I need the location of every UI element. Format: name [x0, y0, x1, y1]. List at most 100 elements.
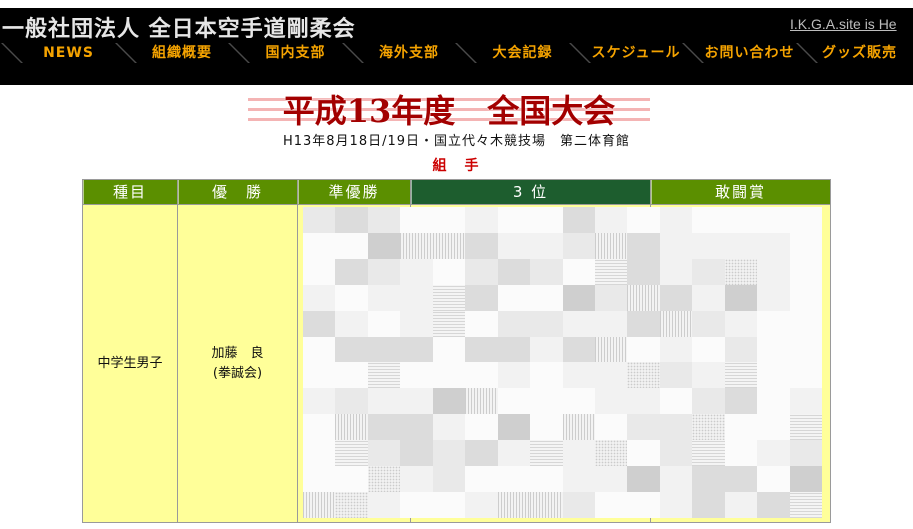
mosaic-tile	[724, 388, 758, 415]
mosaic-tile	[465, 388, 498, 415]
mosaic-tile	[335, 232, 368, 259]
mosaic-tile	[530, 362, 563, 389]
mosaic-tile	[562, 336, 595, 363]
site-header: 一般社団法人 全日本空手道剛柔会 I.K.G.A.site is He NEWS…	[0, 8, 913, 85]
mosaic-tile	[659, 284, 693, 311]
mosaic-tile	[432, 388, 466, 415]
mosaic-tile	[692, 362, 725, 389]
mosaic-tile	[757, 336, 790, 363]
mosaic-tile	[789, 388, 822, 415]
mosaic-tile	[627, 362, 660, 389]
mosaic-tile	[530, 440, 563, 467]
mosaic-tile	[497, 414, 531, 441]
mosaic-tile	[335, 310, 368, 337]
mosaic-tile	[497, 258, 531, 285]
mosaic-tile	[789, 310, 822, 337]
mosaic-tile	[757, 284, 790, 311]
site-link-english[interactable]: I.K.G.A.site is He	[790, 16, 913, 33]
mosaic-tile	[465, 440, 498, 467]
mosaic-tile	[303, 310, 336, 337]
nav-news[interactable]: NEWS	[12, 43, 125, 63]
mosaic-tile	[724, 207, 758, 233]
mosaic-tile	[659, 336, 693, 363]
mosaic-tile	[692, 466, 725, 493]
nav-domestic-branches[interactable]: 国内支部	[239, 43, 352, 63]
mosaic-tile	[367, 440, 401, 467]
mosaic-tile	[530, 284, 563, 311]
mosaic-tile	[367, 414, 401, 441]
mosaic-tile	[789, 362, 822, 389]
mosaic-tile	[659, 310, 693, 337]
nav-schedule[interactable]: スケジュール	[580, 43, 693, 63]
nav-tournament-records[interactable]: 大会記録	[466, 43, 579, 63]
mosaic-tile	[465, 336, 498, 363]
mosaic-tile	[659, 440, 693, 467]
mosaic-tile	[400, 284, 433, 311]
mosaic-tile	[562, 232, 595, 259]
page-title: 平成13年度 全国大会	[282, 92, 616, 130]
nav-goods-shop[interactable]: グッズ販売	[807, 43, 913, 63]
mosaic-tile	[465, 284, 498, 311]
mosaic-tile	[530, 388, 563, 415]
mosaic-tile	[692, 284, 725, 311]
winner-name: 加藤 良	[211, 345, 264, 361]
page-title-block: 平成13年度 全国大会	[248, 94, 650, 128]
mosaic-tile	[400, 232, 433, 259]
mosaic-tile	[303, 388, 336, 415]
mosaic-tile	[562, 492, 595, 518]
mosaic-tile	[757, 466, 790, 493]
mosaic-tile	[465, 362, 498, 389]
mosaic-tile	[789, 440, 822, 467]
mosaic-tile	[594, 232, 628, 259]
mosaic-tile	[497, 466, 531, 493]
mosaic-tile	[594, 310, 628, 337]
mosaic-tile	[562, 388, 595, 415]
mosaic-tile	[497, 310, 531, 337]
mosaic-tile	[530, 258, 563, 285]
redacted-mosaic	[303, 207, 822, 518]
mosaic-tile	[627, 310, 660, 337]
main-nav: NEWS 組織概要 国内支部 海外支部 大会記録 スケジュール お問い合わせ グ…	[0, 43, 913, 63]
mosaic-tile	[562, 284, 595, 311]
mosaic-tile	[400, 466, 433, 493]
mosaic-tile	[400, 492, 433, 518]
nav-overseas-branches[interactable]: 海外支部	[353, 43, 466, 63]
mosaic-tile	[692, 492, 725, 518]
mosaic-tile	[562, 466, 595, 493]
nav-contact[interactable]: お問い合わせ	[693, 43, 806, 63]
mosaic-tile	[432, 466, 466, 493]
mosaic-tile	[789, 284, 822, 311]
mosaic-tile	[627, 414, 660, 441]
mosaic-tile	[692, 414, 725, 441]
mosaic-tile	[400, 388, 433, 415]
mosaic-tile	[724, 362, 758, 389]
mosaic-tile	[400, 336, 433, 363]
table-header-fighting-spirit: 敢闘賞	[651, 180, 830, 204]
mosaic-tile	[335, 362, 368, 389]
mosaic-tile	[497, 284, 531, 311]
mosaic-tile	[497, 336, 531, 363]
mosaic-tile	[757, 207, 790, 233]
mosaic-tile	[724, 284, 758, 311]
mosaic-tile	[335, 336, 368, 363]
mosaic-tile	[724, 310, 758, 337]
mosaic-tile	[562, 310, 595, 337]
mosaic-tile	[303, 362, 336, 389]
mosaic-tile	[692, 388, 725, 415]
mosaic-tile	[465, 232, 498, 259]
mosaic-tile	[594, 362, 628, 389]
mosaic-tile	[659, 207, 693, 233]
mosaic-tile	[465, 492, 498, 518]
table-header-event: 種目	[83, 180, 177, 204]
mosaic-tile	[594, 440, 628, 467]
mosaic-tile	[692, 336, 725, 363]
mosaic-tile	[562, 440, 595, 467]
nav-organization[interactable]: 組織概要	[126, 43, 239, 63]
mosaic-tile	[594, 207, 628, 233]
mosaic-tile	[627, 207, 660, 233]
mosaic-tile	[367, 310, 401, 337]
mosaic-tile	[497, 440, 531, 467]
mosaic-tile	[367, 258, 401, 285]
mosaic-tile	[335, 440, 368, 467]
site-title: 一般社団法人 全日本空手道剛柔会	[2, 17, 356, 42]
